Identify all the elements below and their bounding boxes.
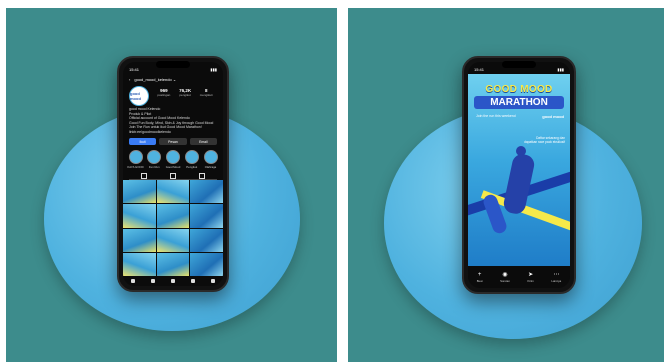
profile-tabs: [129, 172, 217, 180]
post-thumbnail[interactable]: [123, 228, 156, 252]
more-icon: ⋯: [553, 271, 560, 278]
post-thumbnail[interactable]: [156, 252, 190, 276]
highlight-item[interactable]: Pengikut: [184, 150, 199, 169]
send-action[interactable]: ➤ Kirim: [527, 272, 533, 283]
poster-info: Daftar sekarang dan dapatkan race pack e…: [524, 136, 565, 145]
add-icon[interactable]: [171, 279, 175, 283]
poster-title-marathon: MARATHON: [474, 96, 564, 109]
signal-icon: ▮▮▮: [557, 66, 564, 72]
status-time: 15:41: [474, 66, 485, 72]
highlight-item[interactable]: Olahraga: [203, 150, 218, 169]
reels-icon[interactable]: [169, 172, 176, 179]
email-button[interactable]: Email: [189, 138, 217, 145]
marathon-poster: GOOD MOOD MARATHON Join the run this wee…: [468, 74, 570, 266]
bottom-nav: [123, 276, 223, 286]
message-button[interactable]: Pesan: [159, 138, 187, 145]
phone-profile: 15:41 ▮▮▮ ‹ good_mood_kelendo ⌄ good moo…: [117, 56, 229, 292]
post-thumbnail[interactable]: [123, 204, 156, 228]
right-mockup-panel: 15:41 ▮▮▮ GOOD MOOD MARATHON Join the ru…: [348, 8, 664, 362]
post-thumbnail[interactable]: [156, 180, 190, 204]
post-grid: [123, 180, 223, 276]
profile-screen: 15:41 ▮▮▮ ‹ good_mood_kelendo ⌄ good moo…: [123, 62, 223, 286]
post-thumbnail[interactable]: [190, 180, 223, 204]
post-thumbnail[interactable]: [156, 204, 190, 228]
signal-icon: ▮▮▮: [210, 66, 217, 72]
story-highlights: KAYA GOOD Fun Run Good Mood Pengikut Ola…: [127, 150, 218, 169]
profile-buttons: Ikuti Pesan Email: [129, 138, 217, 145]
follow-button[interactable]: Ikuti: [129, 138, 157, 145]
highlight-icon: ◉: [502, 271, 508, 278]
profile-icon[interactable]: [211, 279, 215, 283]
stat-followers[interactable]: 76,2K pengikut: [179, 88, 191, 97]
post-thumbnail[interactable]: [190, 252, 223, 276]
avatar-text: good mood: [130, 91, 141, 101]
plus-icon: +: [477, 271, 482, 278]
post-thumbnail[interactable]: [190, 228, 223, 252]
post-thumbnail[interactable]: [123, 180, 156, 204]
phone-notch: [156, 61, 190, 68]
back-arrow-icon[interactable]: ‹: [129, 77, 130, 82]
phone-story: 15:41 ▮▮▮ GOOD MOOD MARATHON Join the ru…: [462, 56, 576, 294]
highlight-item[interactable]: KAYA GOOD: [127, 150, 144, 169]
home-icon[interactable]: [131, 279, 135, 283]
search-icon[interactable]: [151, 279, 155, 283]
grid-icon[interactable]: [140, 172, 147, 179]
post-thumbnail[interactable]: [156, 228, 190, 252]
profile-stats: 969 postingan 76,2K pengikut 8 mengikuti: [153, 88, 217, 97]
reels-nav-icon[interactable]: [191, 279, 195, 283]
tagged-icon[interactable]: [199, 172, 206, 179]
poster-subtitle: Join the run this weekend: [476, 114, 516, 118]
highlight-action[interactable]: ◉ Sorotan: [500, 272, 510, 283]
highlight-item[interactable]: Good Mood: [166, 150, 181, 169]
profile-header: ‹ good_mood_kelendo ⌄: [129, 75, 217, 83]
bio-link[interactable]: linktr.ee/goodmoodkelendo: [129, 130, 217, 135]
phone-notch: [502, 61, 536, 68]
profile-username[interactable]: good_mood_kelendo ⌄: [134, 77, 176, 82]
avatar[interactable]: good mood: [129, 86, 149, 106]
more-action[interactable]: ⋯ Lainnya: [551, 272, 561, 283]
left-mockup-panel: 15:41 ▮▮▮ ‹ good_mood_kelendo ⌄ good moo…: [6, 8, 337, 362]
poster-title-good-mood: GOOD MOOD: [485, 84, 553, 95]
story-actions: + Buat ◉ Sorotan ➤ Kirim ⋯ Lainnya: [468, 266, 570, 288]
highlight-item[interactable]: Fun Run: [147, 150, 162, 169]
stat-posts[interactable]: 969 postingan: [157, 88, 170, 97]
stat-following[interactable]: 8 mengikuti: [200, 88, 213, 97]
post-thumbnail[interactable]: [123, 252, 156, 276]
profile-bio: good mood Kelendo Produk & Pilot Officia…: [129, 107, 217, 135]
send-icon: ➤: [528, 271, 534, 278]
story-screen: 15:41 ▮▮▮ GOOD MOOD MARATHON Join the ru…: [468, 62, 570, 288]
create-action[interactable]: + Buat: [477, 272, 483, 283]
status-time: 15:41: [129, 66, 140, 72]
poster-brand-logo: good mood: [542, 114, 564, 119]
post-thumbnail[interactable]: [190, 204, 223, 228]
